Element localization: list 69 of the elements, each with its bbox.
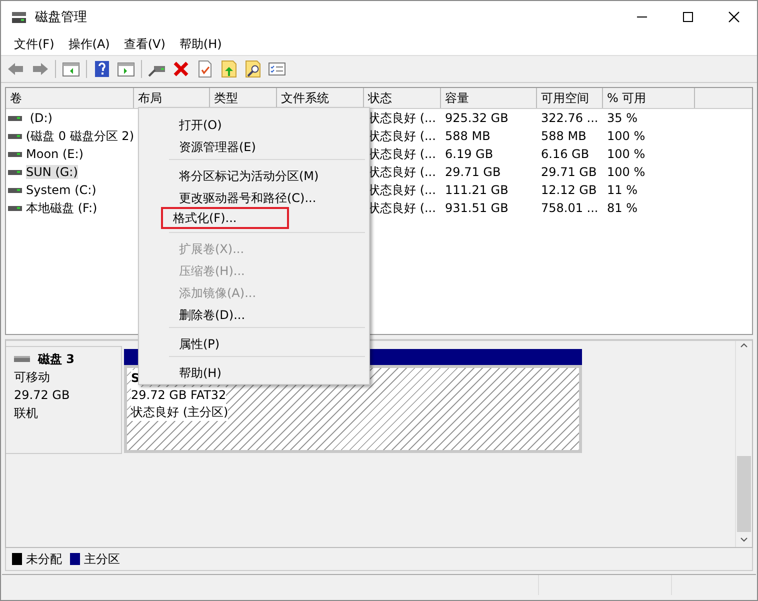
app-icon — [11, 9, 27, 25]
capacity-cell-text: 925.32 GB — [444, 111, 510, 125]
maximize-icon[interactable] — [682, 11, 694, 23]
close-icon[interactable] — [728, 11, 740, 23]
free-space-cell-text: 588 MB — [540, 129, 588, 143]
percent-cell-text: 100 % — [606, 129, 646, 143]
volume-name[interactable]: System (C:) — [26, 183, 96, 197]
legend-label: 未分配 — [26, 550, 62, 568]
menu-item[interactable]: 属性(P) — [143, 331, 365, 353]
menu-item[interactable]: 打开(O) — [143, 112, 365, 134]
percent-cell-text: 100 % — [606, 147, 646, 161]
panel-icon[interactable] — [62, 60, 80, 78]
volume-name[interactable]: 本地磁盘 (F:) — [26, 200, 98, 216]
help-icon[interactable] — [93, 60, 111, 78]
legend-label: 主分区 — [84, 550, 120, 568]
back-icon[interactable] — [7, 60, 25, 78]
capacity-cell-text: 931.51 GB — [444, 201, 510, 215]
menu-item[interactable]: 将分区标记为活动分区(M) — [143, 163, 365, 185]
column-header[interactable]: 容量 — [441, 88, 537, 108]
menu-item[interactable]: 格式化(F)... — [161, 207, 289, 229]
partition-size: 29.72 GB FAT32 — [131, 387, 226, 404]
menu-item[interactable]: 操作(A) — [61, 36, 117, 52]
volume-name[interactable]: Moon (E:) — [26, 147, 84, 161]
drive-icon — [8, 185, 22, 195]
free-space-cell-text: 6.16 GB — [540, 147, 590, 161]
column-header[interactable]: 卷 — [6, 88, 134, 108]
disk-name: 磁盘 3 — [38, 351, 75, 367]
capacity-cell-text: 6.19 GB — [444, 147, 494, 161]
panel-icon[interactable] — [117, 60, 135, 78]
menu-item[interactable]: 帮助(H) — [172, 36, 229, 52]
column-header[interactable]: % 可用 — [603, 88, 695, 108]
drive-icon — [8, 113, 22, 123]
menu-item[interactable]: 更改驱动器号和路径(C)... — [143, 185, 365, 207]
percent-cell-text: 100 % — [606, 165, 646, 179]
drive-icon — [8, 203, 22, 213]
percent-cell-text: 81 % — [606, 201, 638, 215]
menu-item[interactable]: 删除卷(D)... — [143, 302, 365, 324]
percent-cell-text: 35 % — [606, 111, 638, 125]
delete-icon[interactable] — [172, 60, 190, 78]
capacity-cell-text: 29.71 GB — [444, 165, 502, 179]
disk-size: 29.72 GB — [14, 387, 71, 403]
column-header[interactable]: 可用空间 — [537, 88, 603, 108]
window-title: 磁盘管理 — [35, 9, 87, 26]
forward-icon[interactable] — [31, 60, 49, 78]
folder-search-icon[interactable] — [244, 60, 262, 78]
capacity-cell-text: 111.21 GB — [444, 183, 510, 197]
volume-name[interactable]: (磁盘 0 磁盘分区 2) — [26, 128, 134, 144]
volume-name[interactable]: SUN (G:) — [26, 165, 78, 179]
drive-icon — [8, 131, 22, 141]
checked-document-icon[interactable] — [196, 60, 214, 78]
drive-icon — [8, 167, 22, 177]
free-space-cell-text: 12.12 GB — [540, 183, 598, 197]
free-space-cell-text: 322.76 ... — [540, 111, 600, 125]
free-space-cell-text: 758.01 ... — [540, 201, 600, 215]
percent-cell-text: 11 % — [606, 183, 638, 197]
scrollbar[interactable] — [735, 341, 752, 547]
checklist-icon[interactable] — [268, 60, 286, 78]
drive-icon — [8, 149, 22, 159]
menu-item[interactable]: 资源管理器(E) — [143, 134, 365, 156]
menu-item[interactable]: 文件(F) — [7, 36, 62, 52]
volume-name[interactable]: (D:) — [26, 111, 52, 125]
capacity-cell-text: 588 MB — [444, 129, 492, 143]
disk-info-panel[interactable]: 磁盘 3 可移动 29.72 GB 联机 — [6, 346, 122, 454]
free-space-cell-text: 29.71 GB — [540, 165, 598, 179]
disk-type: 可移动 — [14, 369, 51, 385]
partition-status: 状态良好 (主分区) — [131, 404, 228, 421]
disk-state: 联机 — [14, 405, 39, 421]
drive-icon — [14, 354, 30, 364]
menu-item[interactable]: 查看(V) — [116, 36, 172, 52]
